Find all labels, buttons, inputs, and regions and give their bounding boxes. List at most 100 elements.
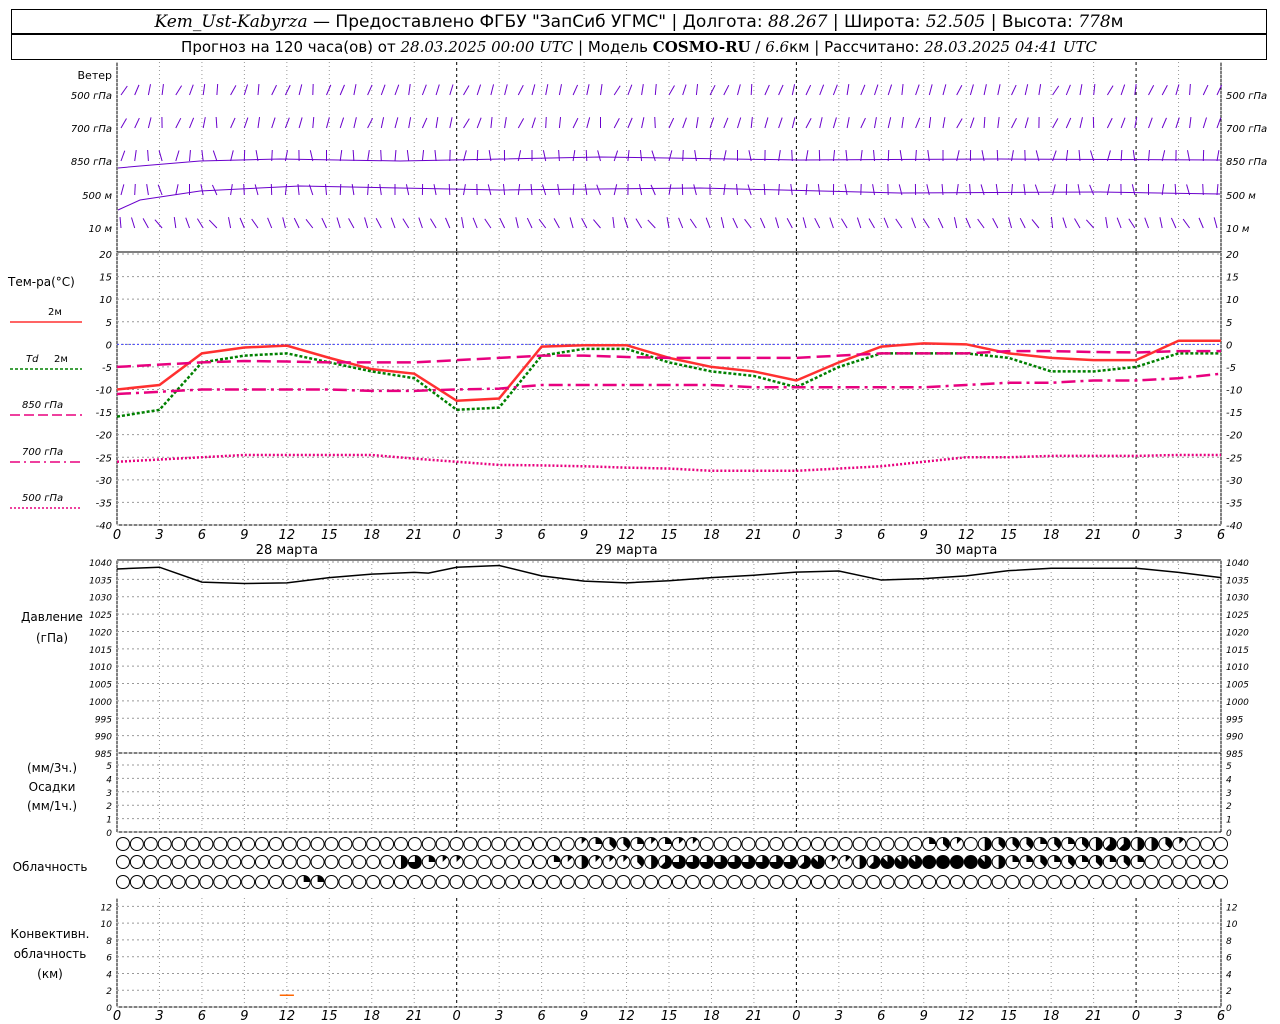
- cloud-circle: [810, 837, 825, 851]
- cloud-fill: [1109, 855, 1117, 862]
- wind-label: Ветер: [78, 69, 112, 82]
- cloud-circle: [713, 875, 728, 889]
- x-tick-label: 18: [1043, 528, 1060, 543]
- cloud-circle: [1200, 855, 1215, 869]
- wind-barb: [805, 183, 808, 196]
- x-tick-label: 18: [363, 528, 380, 543]
- x-tick-label: 15: [1000, 1009, 1017, 1024]
- wind-barb: [1120, 117, 1126, 129]
- wind-barb: [243, 183, 245, 196]
- wind-barb: [542, 150, 547, 162]
- wind-barb: [695, 84, 699, 96]
- wind-barb: [351, 184, 355, 196]
- wind-barb: [1106, 85, 1114, 96]
- wind-barb: [1216, 117, 1222, 129]
- wind-barb: [147, 117, 152, 129]
- wind-barb: [689, 218, 697, 229]
- wind-barb: [352, 149, 355, 162]
- wind-barb: [928, 84, 933, 96]
- cloud-circle: [463, 837, 478, 851]
- conv-title-2: облачность: [14, 947, 87, 961]
- wind-barb: [709, 84, 716, 96]
- x-tick-label: 3: [1174, 528, 1182, 543]
- wind-barb: [1175, 84, 1180, 96]
- wind-barb: [490, 117, 493, 129]
- wind-barb: [647, 219, 656, 229]
- wind-barb: [868, 218, 875, 229]
- wind-barb: [282, 217, 286, 229]
- temp-tick-left: -40: [96, 521, 112, 532]
- wind-barb: [1065, 117, 1072, 129]
- cloud-circle: [1158, 875, 1173, 889]
- conv-tick-right: 12: [1226, 903, 1238, 913]
- wind-barb: [956, 85, 963, 96]
- wind-level-label: 500 гПа: [1226, 91, 1267, 102]
- wind-barb: [499, 217, 506, 229]
- temp-title: Тем-ра(°C): [7, 275, 75, 289]
- x-tick-label: 0: [792, 528, 800, 543]
- wind-barb: [627, 117, 633, 129]
- cloud-circle: [268, 855, 283, 869]
- x-tick-label: 12: [618, 1009, 635, 1024]
- legend-td2m-label: 2м: [54, 354, 68, 365]
- cloud-circle: [1172, 875, 1187, 889]
- cloud-circle: [366, 855, 381, 869]
- cloud-circle: [727, 837, 742, 851]
- cloud-circle: [769, 837, 784, 851]
- cloud-circle: [699, 875, 714, 889]
- cloud-circle: [838, 837, 853, 851]
- cloud-circle: [129, 855, 144, 869]
- wind-barb: [1161, 85, 1168, 96]
- cloud-fill: [303, 875, 311, 882]
- x-tick-label: 6: [537, 1009, 545, 1024]
- wind-barb: [435, 84, 440, 96]
- wind-barb: [504, 84, 508, 96]
- pressure-tick-left: 1035: [89, 576, 112, 586]
- conv-tick-left: 6: [106, 954, 112, 964]
- wind-barb: [321, 217, 327, 229]
- wind-barb: [142, 218, 149, 229]
- cloud-circle: [421, 837, 436, 851]
- wind-barb: [720, 217, 725, 229]
- wind-barb: [983, 84, 987, 96]
- cloud-circle: [185, 875, 200, 889]
- wind-barb: [926, 184, 930, 196]
- cloud-circle: [171, 875, 186, 889]
- precip-tick-left: 1: [106, 816, 112, 826]
- pressure-tick-left: 1000: [89, 698, 112, 708]
- wind-barb: [230, 117, 236, 129]
- cloud-circle: [1130, 875, 1145, 889]
- conv-tick-right: 0: [1226, 1004, 1232, 1014]
- cloud-circle: [491, 837, 506, 851]
- wind-barb: [956, 118, 963, 129]
- wind-barb: [1202, 117, 1207, 129]
- cloud-circle: [894, 875, 909, 889]
- cloud-circle: [254, 855, 269, 869]
- wind-barb: [654, 116, 656, 129]
- cloud-circle: [157, 855, 172, 869]
- cloud-circle: [546, 837, 561, 851]
- wind-barb: [942, 117, 946, 129]
- wind-barb: [874, 117, 877, 129]
- wind-barb: [613, 85, 621, 96]
- wind-barb: [1079, 84, 1083, 96]
- meteogram: 0033669912121515181821210033669912121515…: [7, 62, 1267, 1024]
- cloud-circle: [797, 875, 812, 889]
- temp-tick-left: 5: [106, 318, 112, 329]
- cloud-circle: [630, 875, 645, 889]
- wind-barb: [750, 83, 753, 96]
- cloud-circle: [380, 875, 395, 889]
- cloud-fill: [1026, 855, 1033, 862]
- cloud-circle: [532, 837, 547, 851]
- cloud-circle: [324, 855, 339, 869]
- x-tick-label: 21: [746, 1009, 763, 1024]
- wind-barb: [157, 184, 163, 196]
- wind-barb: [267, 217, 273, 229]
- cloud-circle: [727, 875, 742, 889]
- wind-barb: [1065, 84, 1071, 96]
- pressure-tick-left: 1015: [89, 646, 112, 656]
- temp-tick-left: -10: [96, 386, 112, 397]
- wind-barb: [956, 184, 959, 196]
- wind-barb: [208, 219, 218, 229]
- cloud-circle: [1047, 875, 1062, 889]
